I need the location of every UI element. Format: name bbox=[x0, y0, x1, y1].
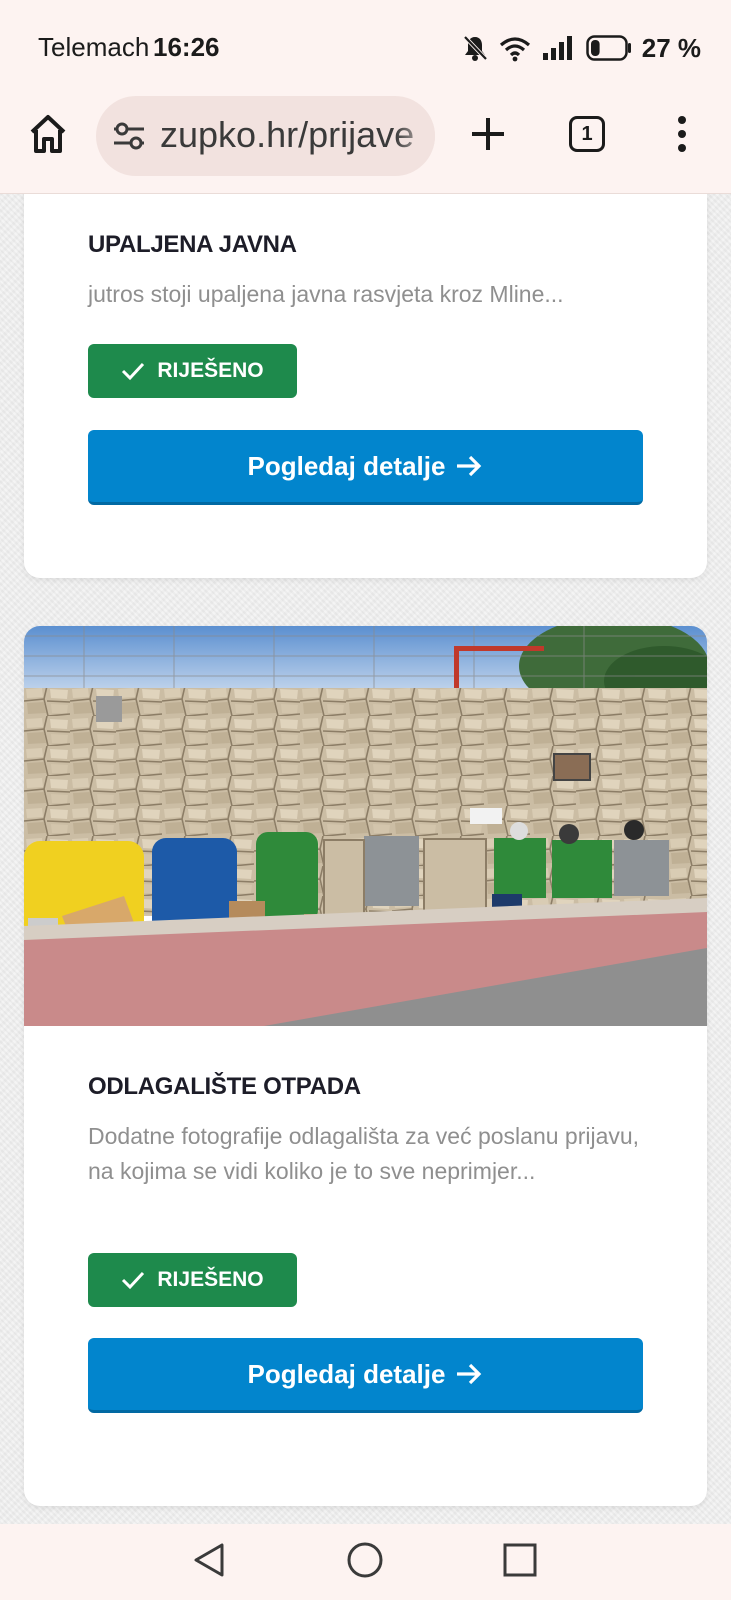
report-title: UPALJENA JAVNA bbox=[88, 231, 297, 258]
back-icon[interactable] bbox=[190, 1540, 230, 1580]
check-icon bbox=[122, 1271, 145, 1290]
status-clock: 16:26 bbox=[153, 32, 220, 62]
report-photo[interactable] bbox=[24, 626, 707, 1026]
address-bar[interactable]: zupko.hr/prijave bbox=[96, 96, 435, 176]
battery-icon bbox=[585, 35, 631, 61]
arrow-right-icon bbox=[457, 455, 482, 477]
recents-icon[interactable] bbox=[500, 1540, 540, 1580]
report-card: UPALJENA JAVNA jutros stoji upaljena jav… bbox=[24, 150, 707, 578]
waste-site-photo bbox=[24, 626, 707, 1026]
view-details-label: Pogledaj detalje bbox=[247, 450, 446, 481]
status-badge: RIJEŠENO bbox=[88, 344, 297, 398]
report-description: jutros stoji upaljena javna rasvjeta kro… bbox=[88, 281, 564, 307]
carrier-name: Telemach bbox=[38, 32, 150, 62]
status-icons: 27 % bbox=[462, 30, 701, 66]
status-bar: Telemach 16:26 27 % bbox=[0, 0, 731, 96]
home-icon[interactable] bbox=[26, 112, 70, 156]
status-badge-label: RIJEŠENO bbox=[157, 359, 264, 382]
status-badge-label: RIJEŠENO bbox=[157, 1268, 264, 1291]
url-text: zupko.hr/prijave bbox=[160, 114, 415, 155]
browser-toolbar: zupko.hr/prijave 1 bbox=[0, 96, 731, 193]
arrow-right-icon bbox=[457, 1363, 482, 1385]
site-settings-icon[interactable] bbox=[112, 120, 146, 152]
home-circle-icon[interactable] bbox=[345, 1540, 385, 1580]
browser-chrome: Telemach 16:26 27 % zupko.hr/prijave 1 bbox=[0, 0, 731, 194]
bell-muted-icon bbox=[463, 35, 488, 61]
report-title: ODLAGALIŠTE OTPADA bbox=[88, 1073, 361, 1100]
view-details-label: Pogledaj detalje bbox=[247, 1358, 446, 1389]
view-details-button[interactable]: Pogledaj detalje bbox=[88, 430, 643, 505]
plus-icon[interactable] bbox=[470, 116, 506, 152]
system-nav-bar bbox=[0, 1524, 731, 1600]
view-details-button[interactable]: Pogledaj detalje bbox=[88, 1338, 643, 1413]
signal-icon bbox=[542, 36, 572, 60]
status-badge: RIJEŠENO bbox=[88, 1253, 297, 1307]
report-card: ODLAGALIŠTE OTPADA Dodatne fotografije o… bbox=[24, 626, 707, 1506]
report-description: Dodatne fotografije odlagališta za već p… bbox=[88, 1123, 640, 1184]
check-icon bbox=[122, 362, 145, 381]
battery-percent: 27 % bbox=[641, 32, 701, 63]
more-vert-icon[interactable] bbox=[670, 114, 694, 154]
wifi-icon bbox=[499, 37, 530, 62]
tabs-icon[interactable]: 1 bbox=[569, 116, 605, 152]
